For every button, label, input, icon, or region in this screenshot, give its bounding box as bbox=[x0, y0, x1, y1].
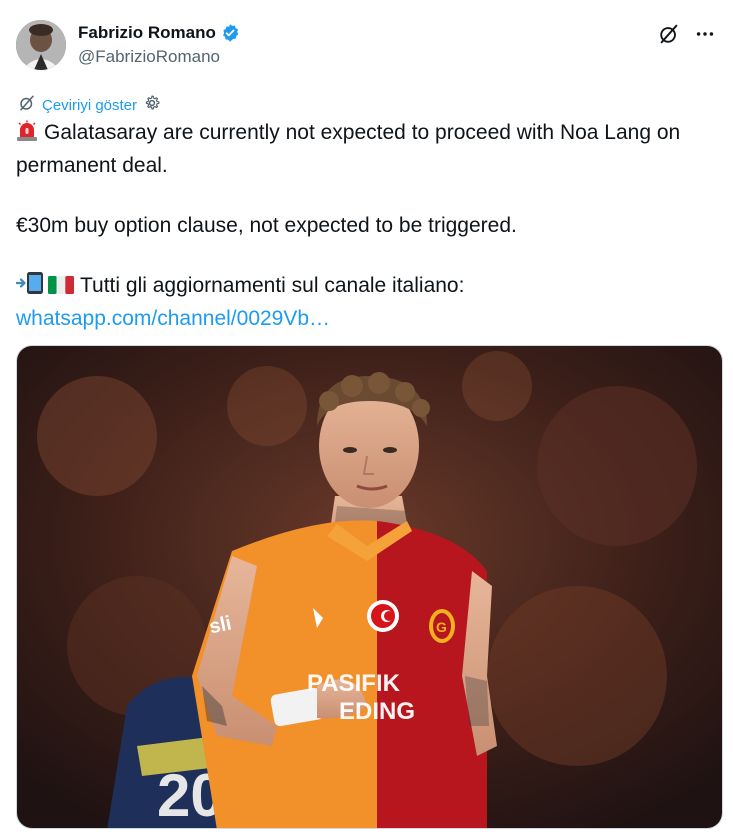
tweet-text: Galatasaray are currently not expected t… bbox=[15, 118, 716, 334]
siren-emoji-icon bbox=[16, 120, 38, 151]
tweet-line-2: €30m buy option clause, not expected to … bbox=[16, 214, 517, 237]
italy-flag-icon bbox=[48, 274, 74, 304]
verified-badge-icon bbox=[220, 23, 240, 43]
top-actions bbox=[657, 22, 717, 46]
tweet-photo[interactable]: 20 G PASIFIK EDING sli bbox=[16, 345, 723, 829]
sleeve-text: sli bbox=[207, 612, 233, 638]
handle[interactable]: @FabrizioRomano bbox=[78, 47, 240, 67]
more-icon[interactable] bbox=[693, 22, 717, 46]
tweet-line-3: Tutti gli aggiornamenti sul canale itali… bbox=[15, 271, 716, 304]
translate-grok-icon bbox=[18, 94, 36, 116]
settings-gear-icon[interactable] bbox=[143, 94, 161, 116]
jersey-text-2: EDING bbox=[339, 698, 415, 725]
grok-icon[interactable] bbox=[657, 22, 681, 46]
tweet-card: Fabrizio Romano @FabrizioRomano Çeviriyi… bbox=[0, 0, 733, 836]
jersey-text-1: PASIFIK bbox=[307, 670, 401, 697]
phone-arrow-emoji-icon bbox=[15, 271, 46, 304]
author-block: Fabrizio Romano @FabrizioRomano bbox=[78, 22, 240, 67]
avatar[interactable] bbox=[16, 20, 66, 70]
tweet-line-1: Galatasaray are currently not expected t… bbox=[16, 120, 681, 177]
translate-link[interactable]: Çeviriyi göster bbox=[42, 97, 137, 114]
svg-text:G: G bbox=[436, 619, 447, 635]
whatsapp-channel-link[interactable]: whatsapp.com/channel/0029Vb… bbox=[16, 307, 330, 330]
translate-row: Çeviriyi göster bbox=[18, 94, 161, 116]
display-name[interactable]: Fabrizio Romano bbox=[78, 23, 216, 43]
